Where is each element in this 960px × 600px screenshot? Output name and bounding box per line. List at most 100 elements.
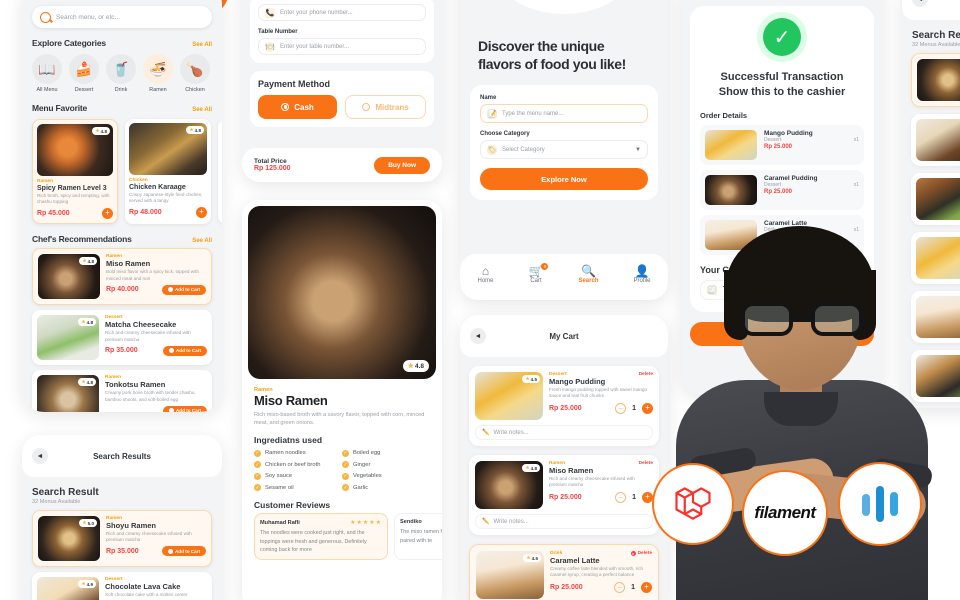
checkout-bottom-bar: Total Price Rp 125.000 Buy Now [242,148,442,182]
search-placeholder: Search menu, or etc... [56,13,120,21]
category-label: All Menu [36,87,58,93]
menu-photo: ★ 4.8 [129,123,207,175]
menu-name-input[interactable]: 📝 Type the menu name... [480,104,648,123]
menu-name: Spicy Ramen Level 3 [37,185,107,192]
favorite-list: ★ 4.8 Ramen Spicy Ramen Level 3 Rich brot… [22,117,222,225]
menu-photo: ★ 4.9 [37,577,99,600]
rating-badge: ★ 4.9 [78,580,96,588]
menu-detail-screen-mock: ★ 4.8 Ramen Miso Ramen Rich miso-based br… [242,200,442,600]
menu-name: Chicken Karaage [129,184,186,191]
category-chicken[interactable]: 🍗 Chicken [180,54,210,93]
menu-category: Ramen [254,387,273,393]
payment-option-midtrans[interactable]: Midtrans [345,95,426,119]
tab-home[interactable]: ⌂ Home [477,264,494,284]
buy-now-button[interactable]: Buy Now [374,156,430,174]
payment-option-cash[interactable]: Cash [258,95,337,119]
menu-desc: Fresh mango pudding topped with sweet ma… [549,387,648,399]
add-to-cart-button[interactable]: Add to Cart [162,405,207,412]
menu-price: Rp 25.000 [550,583,583,591]
menu-price: Rp 48.000 [129,209,162,217]
menu-card[interactable]: Ramen Fried Noodles Crispy noodles with … [218,119,222,225]
filament-logo: filament [742,470,828,556]
rating-badge: ★ 4.5 [523,554,541,562]
rating-badge: ★ 4.8 [402,360,429,372]
menu-card[interactable]: ★ 4.8 Ramen Spicy Ramen Level 3 Rich brot… [32,119,118,225]
rating-badge: ★ 4.8 [92,127,110,135]
menu-price: Rp 40.000 [106,286,139,294]
menu-name: Caramel Latte [550,556,600,565]
ingredient-item: ✓ Boiled egg [342,449,381,457]
menu-price: Rp 35.000 [106,547,139,555]
notes-input[interactable]: ✏️ Write notes... [475,514,653,529]
menu-list-item[interactable] [911,173,960,225]
see-all-link[interactable]: See All [192,238,212,244]
menu-list-item[interactable] [911,53,960,107]
total-price-label: Total Price [254,158,287,165]
menu-category: Chicken [129,178,148,183]
page-title: Search Result [32,487,99,498]
check-icon: ✓ [342,449,349,457]
explore-now-button[interactable]: Explore Now [480,168,648,190]
back-arrow-icon[interactable]: ◄ [912,0,928,7]
order-qty: x1 [853,136,859,143]
cart-item[interactable]: ★ 4.5 Dessert Delete Mango Pudding Fresh … [469,366,659,446]
app-bar: ◄ [902,0,960,20]
decrease-quantity-button[interactable]: − [615,402,627,414]
menu-card[interactable]: ★ 4.8 Chicken Chicken Karaage Crispy Japa… [125,119,211,225]
table-number-field[interactable]: 🍽 Enter your table number... [258,38,426,55]
category-dessert[interactable]: 🍰 Dessert [69,54,99,93]
phone-field[interactable]: 📞 Enter your phone number... [258,4,426,21]
menu-list-item[interactable]: ★ 4.8 Ramen Miso Ramen Bold miso flavor w… [32,248,212,306]
see-all-link[interactable]: See All [192,107,212,113]
tab-cart[interactable]: 🛒 0 Cart [529,262,549,284]
category-all-menu[interactable]: 📖 All Menu [32,54,62,93]
check-circle-icon: ✓ [763,18,801,56]
category-label: Choose Category [480,131,530,137]
add-to-cart-button[interactable]: Add to Cart [161,284,206,295]
cart-item[interactable]: ★ 4.5 Drink × Delete Caramel Latte Creamy … [469,544,659,600]
add-to-cart-button[interactable]: + [196,207,207,219]
menu-list-item[interactable]: ★ 4.8 Ramen Tonkotsu Ramen Creamy pork bo… [32,370,212,412]
tab-search[interactable]: 🔍 Search [578,263,599,284]
tab-label: Home [477,277,494,284]
menu-list-item[interactable]: ★ 5.0 Ramen Shoyu Ramen Rich and creamy c… [32,510,212,567]
check-icon: ✓ [254,484,261,492]
chevron-down-icon: ▼ [635,146,641,153]
tab-label: Search [578,277,599,284]
cart-item[interactable]: ★ 4.8 Ramen Delete Miso Ramen Rich and cr… [469,455,659,535]
category-drink[interactable]: 🥤 Drink [106,54,136,93]
add-to-cart-button[interactable]: + [102,208,113,220]
see-all-link[interactable]: See All [192,42,212,48]
result-count: 32 Menus Available [32,499,81,505]
category-select[interactable]: 🏷 Select Category ▼ [480,140,648,159]
quantity-value: 1 [632,493,636,501]
rating-badge: ★ 4.8 [78,378,96,387]
rating-badge: ★ 4.8 [186,126,204,134]
rating-badge: ★ 5.0 [79,519,97,527]
decrease-quantity-button[interactable]: − [614,581,626,593]
search-input[interactable]: Search menu, or etc... [32,6,212,28]
add-to-cart-button[interactable]: Add to Cart [161,546,206,557]
check-icon: ✓ [342,484,349,492]
rating-badge: ★ 4.5 [522,375,540,383]
check-icon: ✓ [254,461,261,469]
add-to-cart-button[interactable]: Add to Cart [162,345,207,356]
category-ramen[interactable]: 🍜 Ramen [143,54,173,93]
decrease-quantity-button[interactable]: − [615,491,627,503]
menu-list-item[interactable] [911,114,960,166]
ramen-icon: 🍜 [143,54,173,84]
ingredient-item: ✓ Sesame oil [254,484,294,492]
search-icon: 🔍 [581,263,596,278]
menu-list-item[interactable]: ★ 4.8 Dessert Matcha Cheesecake Rich and … [32,310,212,366]
review-text: The noodles were cooked just right, and … [260,530,367,554]
pencil-icon: ✏️ [482,430,490,436]
menu-description: Rich miso-based broth with a savory flav… [254,412,425,427]
menu-photo: ★ 4.5 [476,551,544,599]
cake-icon: 🍰 [69,54,99,84]
search-icon [40,11,51,23]
menu-list-item[interactable]: ★ 4.9 Dessert Chocolate Lava Cake Soft ch… [32,572,212,600]
notes-input[interactable]: ✏️ Write notes... [475,425,653,440]
explore-categories-header: Explore Categories See All [22,28,222,52]
menu-price: Rp 25.000 [549,404,582,412]
cart-plus-icon [167,287,173,293]
